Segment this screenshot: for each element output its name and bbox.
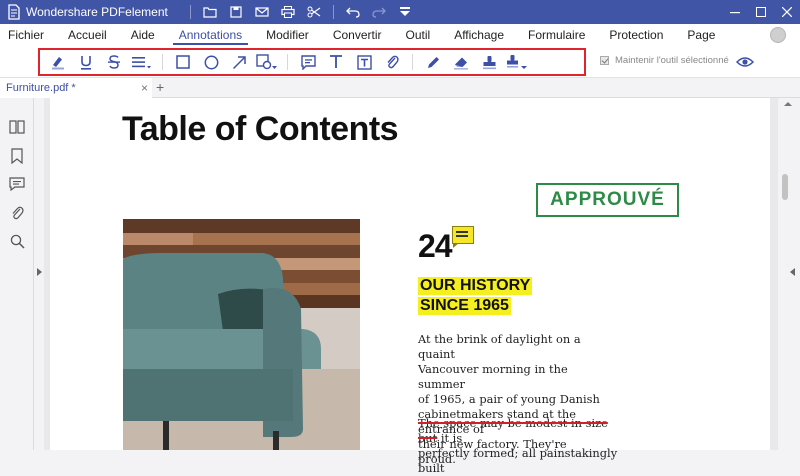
close-icon[interactable]: × <box>141 81 148 95</box>
scroll-up-icon[interactable] <box>784 102 792 106</box>
menu-affichage[interactable]: Affichage <box>442 24 516 46</box>
highlight-icon[interactable] <box>44 50 72 74</box>
tab-furniture-pdf[interactable]: Furniture.pdf * × <box>0 78 152 98</box>
menu-aide[interactable]: Aide <box>119 24 167 46</box>
paragraph-line: The space may be modest in size but it i… <box>418 416 618 446</box>
tab-label: Furniture.pdf * <box>6 82 76 94</box>
left-sidebar <box>0 98 34 450</box>
attachment-icon[interactable] <box>378 50 406 74</box>
arrow-icon[interactable] <box>225 50 253 74</box>
window-controls <box>722 0 800 24</box>
eraser-icon[interactable] <box>447 50 475 74</box>
sofa-photo <box>123 219 360 450</box>
paragraph-text: it is <box>437 431 463 445</box>
collapse-right-panel-icon[interactable] <box>790 268 795 276</box>
checkbox[interactable] <box>600 56 609 65</box>
minimize-icon[interactable] <box>722 0 748 24</box>
divider <box>162 54 163 70</box>
sticky-note-icon[interactable] <box>452 226 474 248</box>
text-icon[interactable] <box>322 50 350 74</box>
approved-stamp[interactable]: APPROUVÉ <box>536 183 679 217</box>
divider <box>287 54 288 70</box>
title-bar: Wondershare PDFelement <box>0 0 800 24</box>
add-tab-icon[interactable]: + <box>156 79 164 95</box>
signature-stamp-icon[interactable] <box>503 50 531 74</box>
menu-outil[interactable]: Outil <box>394 24 443 46</box>
tab-bar: Furniture.pdf * × + <box>0 78 800 98</box>
paragraph-line: At the brink of daylight on a quaint <box>418 332 581 361</box>
paragraph-line: Vancouver morning in the summer <box>418 362 568 391</box>
history-heading-line1: OUR HISTORY <box>418 277 533 295</box>
vertical-scrollbar[interactable] <box>778 98 800 450</box>
menu-fichier[interactable]: Fichier <box>0 24 56 46</box>
scissors-icon[interactable] <box>301 0 327 24</box>
avatar[interactable] <box>770 27 786 43</box>
text-box-icon[interactable] <box>350 50 378 74</box>
menu-protection[interactable]: Protection <box>597 24 675 46</box>
search-icon[interactable] <box>8 232 26 250</box>
sticky-note-icon[interactable] <box>294 50 322 74</box>
shape-dropdown-icon[interactable] <box>253 50 281 74</box>
menu-bar: Fichier Accueil Aide Annotations Modifie… <box>0 24 800 46</box>
undo-icon[interactable] <box>340 0 366 24</box>
divider <box>189 5 191 19</box>
menu-formulaire[interactable]: Formulaire <box>516 24 597 46</box>
page-number: 24 <box>418 228 453 264</box>
menu-modifier[interactable]: Modifier <box>254 24 321 46</box>
page-title: Table of Contents <box>122 110 399 148</box>
collapse-left-panel-icon[interactable] <box>37 268 42 276</box>
mail-icon[interactable] <box>249 0 275 24</box>
maximize-icon[interactable] <box>748 0 774 24</box>
keep-tool-checkbox[interactable]: Maintenir l'outil sélectionné <box>600 55 729 66</box>
dropdown-icon[interactable] <box>392 0 418 24</box>
close-icon[interactable] <box>774 0 800 24</box>
menu-convertir[interactable]: Convertir <box>321 24 394 46</box>
ellipse-icon[interactable] <box>197 50 225 74</box>
divider <box>332 5 334 19</box>
attachment-icon[interactable] <box>8 204 26 222</box>
text-lines-icon[interactable] <box>128 50 156 74</box>
paragraph-line: perfectly formed; all painstakingly buil… <box>418 446 618 475</box>
keep-tool-label: Maintenir l'outil sélectionné <box>615 55 729 66</box>
comment-icon[interactable] <box>8 175 26 193</box>
redo-icon[interactable] <box>366 0 392 24</box>
save-icon[interactable] <box>223 0 249 24</box>
annotation-tools-group <box>38 48 586 76</box>
menu-accueil[interactable]: Accueil <box>56 24 119 46</box>
rectangle-icon[interactable] <box>169 50 197 74</box>
print-icon[interactable] <box>275 0 301 24</box>
paragraph-line: of 1965, a pair of young Danish <box>418 392 600 406</box>
app-title: Wondershare PDFelement <box>26 5 168 19</box>
pencil-icon[interactable] <box>419 50 447 74</box>
underline-icon[interactable] <box>72 50 100 74</box>
app-logo-icon <box>4 0 24 24</box>
menu-annotations[interactable]: Annotations <box>167 24 254 46</box>
menu-page[interactable]: Page <box>675 24 727 46</box>
eye-icon[interactable] <box>735 55 755 67</box>
bookmark-icon[interactable] <box>8 147 26 165</box>
scroll-thumb[interactable] <box>782 174 788 200</box>
folder-icon[interactable] <box>197 0 223 24</box>
stamp-icon[interactable] <box>475 50 503 74</box>
paragraph-2: The space may be modest in size but it i… <box>418 416 618 476</box>
divider <box>412 54 413 70</box>
thumbnails-icon[interactable] <box>8 118 26 136</box>
strikethrough-icon[interactable] <box>100 50 128 74</box>
history-heading-line2: SINCE 1965 <box>418 297 511 315</box>
